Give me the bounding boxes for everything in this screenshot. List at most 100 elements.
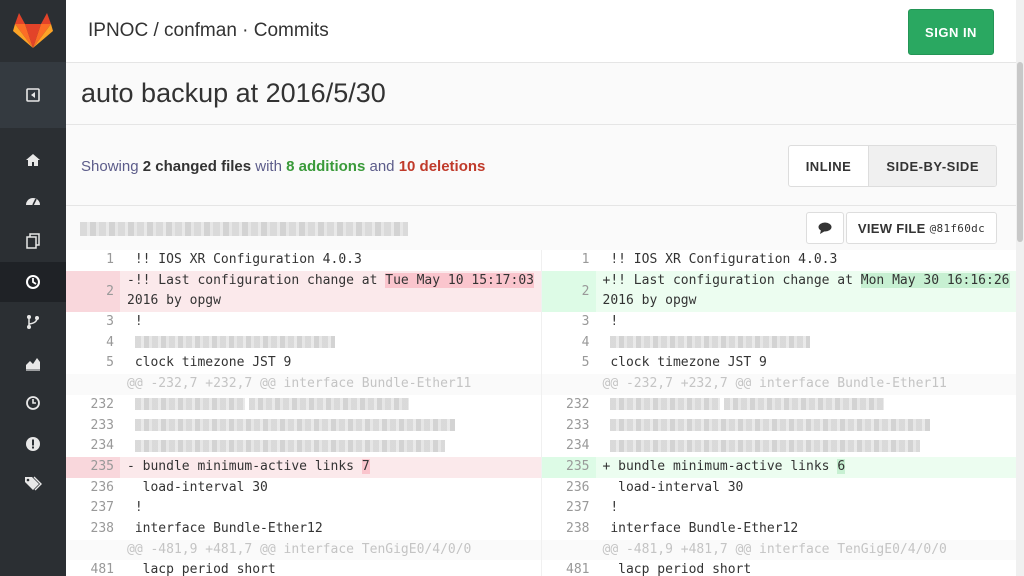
sidebar-item-history[interactable] <box>0 262 66 302</box>
new-line-number[interactable]: 5 <box>541 353 596 375</box>
sidebar-item-dashboard[interactable] <box>0 181 66 221</box>
sidebar-item-files[interactable] <box>0 221 66 261</box>
hunk-expander[interactable] <box>541 539 596 561</box>
code-text: -!! Last configuration change at <box>127 272 386 288</box>
hunk-header: @@ -232,7 +232,7 @@ interface Bundle-Eth… <box>595 374 1016 395</box>
stats-and: and <box>369 158 395 175</box>
diff-row: 233 233 <box>66 415 1016 437</box>
hunk-expander[interactable] <box>66 539 120 561</box>
old-line-number[interactable]: 236 <box>66 477 120 499</box>
hunk-expander[interactable] <box>541 374 596 395</box>
redacted-text <box>610 439 921 452</box>
redacted-text <box>610 336 811 349</box>
old-line-code <box>120 415 541 437</box>
diff-stats: Showing 2 changed files with 8 additions… <box>81 158 485 175</box>
gitlab-logo[interactable] <box>0 0 66 62</box>
old-line-number[interactable]: 2 <box>66 270 120 313</box>
sidebar-item-tags[interactable] <box>0 464 66 504</box>
new-line-code <box>595 394 1016 416</box>
sidebar-item-graphs[interactable] <box>0 343 66 383</box>
new-line-code: lacp period short <box>595 560 1016 576</box>
removed-highlight: Tue May 10 15:17:03 <box>385 272 534 288</box>
sidebar-item-branches[interactable] <box>0 302 66 342</box>
old-line-code: !! IOS XR Configuration 4.0.3 <box>120 250 541 271</box>
old-line-number[interactable]: 5 <box>66 353 120 375</box>
new-line-number[interactable]: 1 <box>541 250 596 271</box>
redacted-text <box>610 419 931 432</box>
view-file-button[interactable]: VIEW FILE @81f60dc <box>845 212 997 244</box>
changed-files-count[interactable]: 2 changed files <box>143 158 251 175</box>
new-line-number[interactable]: 481 <box>541 560 596 576</box>
hunk-header: @@ -481,9 +481,7 @@ interface TenGigE0/4… <box>120 539 541 561</box>
commit-title-area: auto backup at 2016/5/30 <box>66 62 1016 125</box>
old-line-number[interactable]: 238 <box>66 518 120 540</box>
new-line-number[interactable]: 3 <box>541 312 596 333</box>
diff-row: 236 load-interval 30 236 load-interval 3… <box>66 477 1016 499</box>
diff-row: 3 ! 3 ! <box>66 312 1016 333</box>
new-line-number[interactable]: 234 <box>541 436 596 457</box>
sign-in-button[interactable]: SIGN IN <box>908 9 994 55</box>
old-line-number[interactable]: 234 <box>66 436 120 457</box>
old-line-code <box>120 394 541 416</box>
old-line-number[interactable]: 237 <box>66 498 120 519</box>
files-icon <box>26 233 40 249</box>
branch-icon <box>27 315 39 329</box>
old-line-number[interactable]: 1 <box>66 250 120 271</box>
diff-row: 1 !! IOS XR Configuration 4.0.3 1 !! IOS… <box>66 250 1016 271</box>
new-line-number[interactable]: 2 <box>541 270 596 313</box>
side-by-side-view-button[interactable]: SIDE-BY-SIDE <box>868 146 996 186</box>
commit-sha: @81f60dc <box>929 221 985 235</box>
code-text: - bundle minimum-active links <box>127 458 362 474</box>
collapse-sidebar-button[interactable] <box>0 62 66 128</box>
comments-icon <box>818 222 832 234</box>
new-line-code <box>595 436 1016 457</box>
hunk-header: @@ -232,7 +232,7 @@ interface Bundle-Eth… <box>120 374 541 395</box>
breadcrumb[interactable]: IPNOC / confman · Commits <box>88 20 329 42</box>
new-line-number[interactable]: 232 <box>541 394 596 416</box>
new-line-number[interactable]: 238 <box>541 518 596 540</box>
sidebar-item-issues[interactable] <box>0 424 66 464</box>
tags-icon <box>25 476 42 491</box>
old-line-number[interactable]: 235 <box>66 456 120 478</box>
fox-logo-icon <box>13 13 53 48</box>
new-line-code: clock timezone JST 9 <box>595 353 1016 375</box>
old-line-code <box>120 332 541 354</box>
diff-row-changed: 2 -!! Last configuration change at Tue Ma… <box>66 270 1016 313</box>
sidebar-item-activity[interactable] <box>0 383 66 423</box>
new-line-number[interactable]: 237 <box>541 498 596 519</box>
old-line-code <box>120 436 541 457</box>
old-line-number[interactable]: 481 <box>66 560 120 576</box>
hunk-header-row[interactable]: @@ -232,7 +232,7 @@ interface Bundle-Eth… <box>66 374 1016 395</box>
hunk-header-row[interactable]: @@ -481,9 +481,7 @@ interface TenGigE0/4… <box>66 539 1016 561</box>
inline-view-button[interactable]: INLINE <box>789 146 869 186</box>
old-line-number[interactable]: 3 <box>66 312 120 333</box>
new-line-code: !! IOS XR Configuration 4.0.3 <box>595 250 1016 271</box>
added-highlight: 6 <box>837 458 846 474</box>
old-line-number[interactable]: 4 <box>66 332 120 354</box>
page-title: auto backup at 2016/5/30 <box>81 78 386 108</box>
new-line-number[interactable]: 233 <box>541 415 596 437</box>
sidebar <box>0 0 66 576</box>
hunk-expander[interactable] <box>66 374 120 395</box>
graph-icon <box>26 358 40 371</box>
toggle-comments-button[interactable] <box>806 212 844 244</box>
old-line-number[interactable]: 232 <box>66 394 120 416</box>
new-line-code <box>595 415 1016 437</box>
new-line-number[interactable]: 236 <box>541 477 596 499</box>
page-scrollbar[interactable] <box>1016 0 1024 576</box>
redacted-text <box>134 398 245 411</box>
old-line-code: clock timezone JST 9 <box>120 353 541 375</box>
new-line-code: load-interval 30 <box>595 477 1016 499</box>
old-line-number[interactable]: 233 <box>66 415 120 437</box>
new-line-code: interface Bundle-Ether12 <box>595 518 1016 540</box>
diff-row: 234 234 <box>66 436 1016 457</box>
old-line-code: - bundle minimum-active links 7 <box>120 456 541 478</box>
new-line-number[interactable]: 4 <box>541 332 596 354</box>
scrollbar-thumb[interactable] <box>1017 62 1023 242</box>
clock-icon <box>26 396 40 410</box>
sidebar-item-home[interactable] <box>0 140 66 180</box>
redacted-text <box>134 419 455 432</box>
diff-row: 232 232 <box>66 394 1016 416</box>
new-line-number[interactable]: 235 <box>541 456 596 478</box>
old-line-code: ! <box>120 498 541 519</box>
